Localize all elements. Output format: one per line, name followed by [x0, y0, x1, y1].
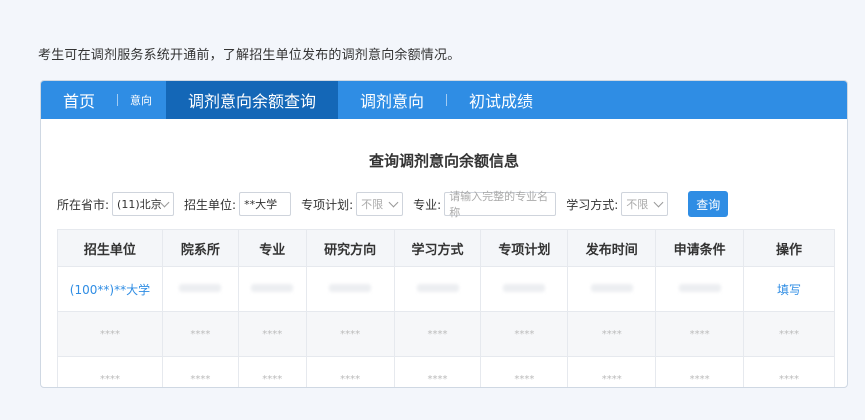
table-cell [305, 266, 395, 312]
blurred-value [590, 283, 633, 292]
panel-title: 查询调剂意向余额信息 [368, 152, 519, 170]
unit-input[interactable]: **大学 [239, 192, 292, 216]
unit-link[interactable]: (100**)**大学 [57, 266, 163, 312]
chevron-down-icon [388, 197, 399, 208]
masked-cell: **** [161, 356, 239, 387]
nav-balance-query[interactable]: 调剂意向余额查询 [166, 81, 339, 119]
col-header: 专业 [237, 229, 307, 267]
table-cell [480, 266, 569, 312]
chevron-down-icon [653, 197, 664, 208]
fill-in-link[interactable]: 填写 [743, 266, 835, 312]
major-placeholder: 请输入完整的专业名称 [449, 190, 549, 219]
nav-intent-small[interactable]: 意向 [118, 81, 166, 119]
province-select[interactable]: (11)北京 [112, 192, 175, 216]
masked-cell: **** [655, 356, 745, 387]
col-header: 研究方向 [305, 229, 395, 267]
masked-cell: **** [480, 356, 569, 387]
masked-cell: **** [567, 311, 657, 357]
table-row: (100**)**大学 填写 [57, 266, 835, 312]
study-mode-value: 不限 [626, 198, 649, 211]
table-row: **** **** **** **** **** **** **** **** … [57, 311, 835, 357]
special-plan-select[interactable]: 不限 [356, 192, 404, 216]
col-header: 招生单位 [57, 229, 163, 267]
nav-intent[interactable]: 调剂意向 [338, 81, 446, 119]
study-mode-label: 学习方式: [566, 197, 619, 212]
major-input[interactable]: 请输入完整的专业名称 [444, 190, 557, 219]
intro-text: 考生可在调剂服务系统开通前，了解招生单位发布的调剂意向余额情况。 [38, 48, 461, 63]
masked-cell: **** [305, 356, 395, 387]
query-panel: 首页 意向 调剂意向余额查询 调剂意向 初试成绩 查询调剂意向余额信息 所在省市… [40, 80, 848, 388]
top-nav: 首页 意向 调剂意向余额查询 调剂意向 初试成绩 [41, 81, 847, 119]
masked-cell: **** [57, 311, 163, 357]
unit-label: 招生单位: [184, 197, 237, 212]
table-row: **** **** **** **** **** **** **** **** … [57, 356, 835, 387]
balance-table: 招生单位 院系所 专业 研究方向 学习方式 专项计划 发布时间 申请条件 操作 … [57, 229, 835, 387]
nav-home[interactable]: 首页 [41, 81, 117, 119]
province-value: (11)北京 [117, 198, 162, 211]
filter-bar: 所在省市: (11)北京 招生单位: **大学 专项计划: 不限 专业: 请输入… [57, 190, 831, 219]
masked-cell: **** [393, 311, 482, 357]
blurred-value [416, 283, 459, 292]
query-button[interactable]: 查询 [688, 191, 729, 217]
special-plan-value: 不限 [361, 198, 384, 211]
nav-score[interactable]: 初试成绩 [447, 81, 555, 119]
blurred-value [678, 283, 721, 292]
col-header: 学习方式 [393, 229, 482, 267]
masked-cell: **** [567, 356, 657, 387]
masked-cell: **** [161, 311, 239, 357]
masked-cell: **** [743, 311, 835, 357]
blurred-value [251, 283, 294, 292]
province-label: 所在省市: [57, 197, 110, 212]
blurred-value [503, 283, 546, 292]
table-cell [393, 266, 482, 312]
masked-cell: **** [305, 311, 395, 357]
study-mode-select[interactable]: 不限 [621, 192, 669, 216]
col-header: 发布时间 [567, 229, 657, 267]
table-cell [237, 266, 307, 312]
masked-cell: **** [237, 356, 307, 387]
major-label: 专业: [413, 197, 442, 212]
table-cell [161, 266, 239, 312]
special-plan-label: 专项计划: [301, 197, 354, 212]
blurred-value [329, 283, 372, 292]
blurred-value [179, 283, 222, 292]
col-header: 操作 [743, 229, 835, 267]
col-header: 申请条件 [655, 229, 745, 267]
masked-cell: **** [393, 356, 482, 387]
masked-cell: **** [655, 311, 745, 357]
masked-cell: **** [743, 356, 835, 387]
masked-cell: **** [57, 356, 163, 387]
masked-cell: **** [237, 311, 307, 357]
table-cell [567, 266, 657, 312]
col-header: 院系所 [161, 229, 239, 267]
masked-cell: **** [480, 311, 569, 357]
col-header: 专项计划 [480, 229, 569, 267]
table-cell [655, 266, 745, 312]
table-header-row: 招生单位 院系所 专业 研究方向 学习方式 专项计划 发布时间 申请条件 操作 [57, 229, 835, 267]
unit-value: **大学 [244, 198, 278, 211]
